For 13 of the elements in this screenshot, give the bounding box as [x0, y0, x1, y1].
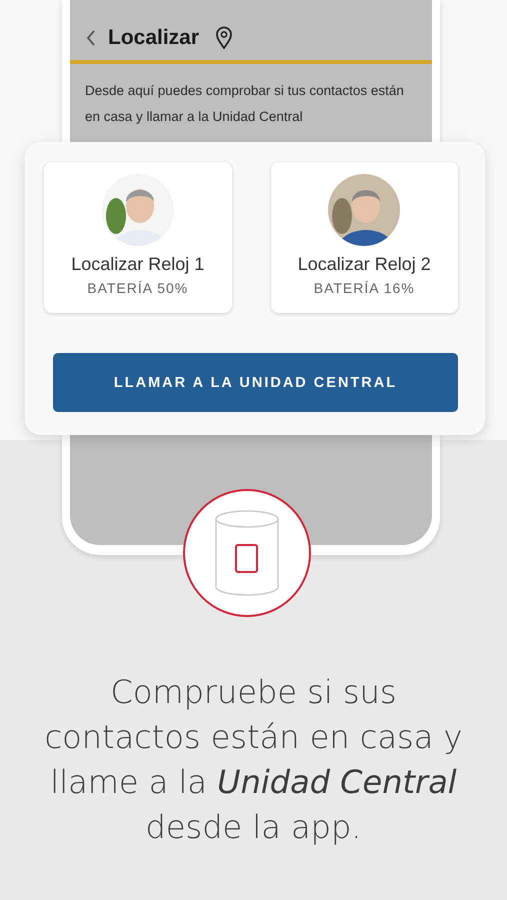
description-text: Desde aquí puedes comprobar si tus contactos están en casa y llamar a la Unidad Central — [85, 82, 405, 126]
location-pin-icon — [215, 26, 234, 50]
watch-tile[interactable]: Localizar Reloj 1 BATERÍA 50% — [44, 162, 232, 313]
battery-text: BATERÍA 50% — [87, 280, 188, 296]
cylinder-device-icon — [214, 509, 280, 597]
watch-tile[interactable]: Localizar Reloj 2 BATERÍA 16% — [270, 162, 458, 313]
watch-name: Localizar Reloj 2 — [298, 254, 431, 275]
caption-text: Compruebe si sus contactos están en casa y llame a la Unidad Central desde la app. — [44, 672, 464, 848]
back-icon[interactable] — [86, 30, 96, 46]
screen-title: Localizar — [108, 26, 200, 50]
call-central-button[interactable]: LLAMAR A LA UNIDAD CENTRAL — [53, 353, 458, 412]
watch-name: Localizar Reloj 1 — [71, 254, 204, 275]
battery-text: BATERÍA 16% — [314, 280, 415, 296]
